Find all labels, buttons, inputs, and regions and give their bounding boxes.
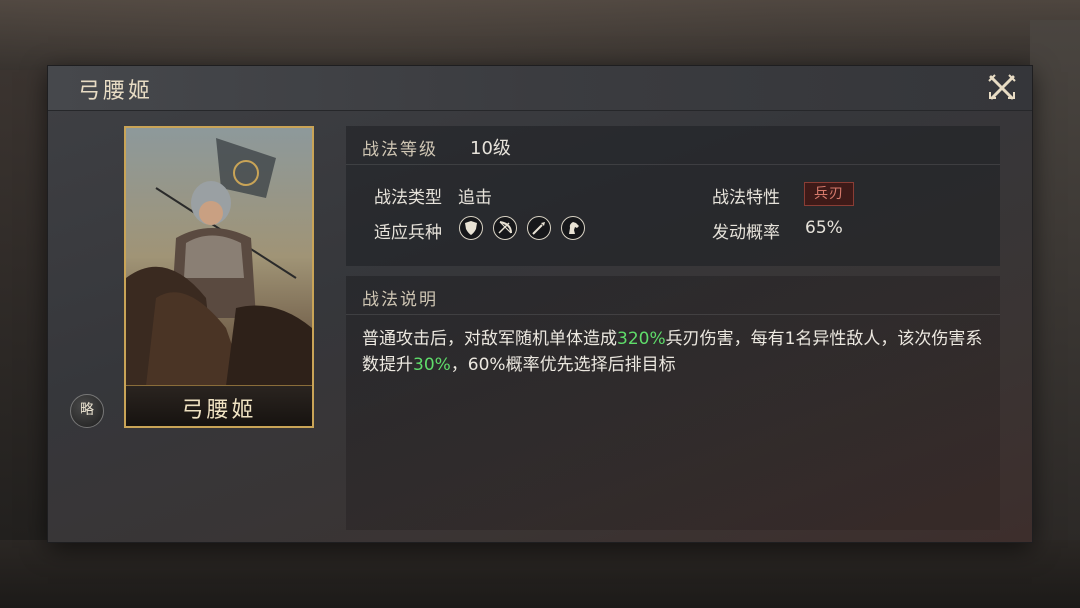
card-name-bar: 弓腰姬 bbox=[126, 385, 312, 426]
description-label: 战法说明 bbox=[362, 290, 438, 310]
background-top bbox=[0, 0, 1080, 70]
warrior-portrait-image bbox=[126, 128, 312, 386]
bow-icon bbox=[493, 216, 517, 240]
title-bar: 弓腰姬 bbox=[48, 66, 1032, 111]
description-text: 普通攻击后，对敌军随机单体造成320%兵刃伤害，每有1名异性敌人，该次伤害系数提… bbox=[362, 326, 990, 378]
horse-icon bbox=[561, 216, 585, 240]
level-label: 战法等级 bbox=[362, 140, 438, 160]
background-right bbox=[1030, 20, 1080, 580]
skill-detail-dialog: 弓腰姬 弓腰姬 略 战法等级 10级 战法类型 追击 战法特性 兵刃 适应兵种 … bbox=[48, 66, 1032, 542]
close-button[interactable] bbox=[986, 72, 1018, 104]
desc-highlight-1: 320% bbox=[617, 329, 666, 349]
dialog-title: 弓腰姬 bbox=[78, 79, 154, 104]
background-bottom bbox=[0, 540, 1080, 608]
desc-part-3: ，60%概率优先选择后排目标 bbox=[450, 355, 676, 375]
shield-icon bbox=[459, 216, 483, 240]
desc-part-1: 普通攻击后，对敌军随机单体造成 bbox=[362, 329, 617, 349]
close-icon bbox=[988, 74, 1016, 100]
general-card[interactable]: 弓腰姬 bbox=[124, 126, 314, 428]
skill-description-panel: 战法说明 普通攻击后，对敌军随机单体造成320%兵刃伤害，每有1名异性敌人，该次… bbox=[346, 276, 1000, 530]
spear-icon bbox=[527, 216, 551, 240]
background-left bbox=[0, 70, 48, 540]
description-header: 战法说明 bbox=[346, 276, 1000, 315]
troops-label: 适应兵种 bbox=[374, 223, 442, 243]
desc-highlight-2: 30% bbox=[413, 355, 451, 375]
trait-label: 战法特性 bbox=[712, 188, 780, 208]
type-label: 战法类型 bbox=[374, 188, 442, 208]
level-row: 战法等级 10级 bbox=[346, 126, 1000, 165]
strategy-badge[interactable]: 略 bbox=[70, 394, 104, 428]
skill-info-panel: 战法等级 10级 战法类型 追击 战法特性 兵刃 适应兵种 发动概率 65% bbox=[346, 126, 1000, 266]
type-value: 追击 bbox=[458, 188, 492, 208]
rate-label: 发动概率 bbox=[712, 223, 780, 243]
rate-value: 65% bbox=[805, 218, 843, 238]
trait-badge: 兵刃 bbox=[804, 182, 854, 206]
card-name: 弓腰姬 bbox=[181, 398, 257, 423]
level-value: 10级 bbox=[470, 138, 511, 159]
